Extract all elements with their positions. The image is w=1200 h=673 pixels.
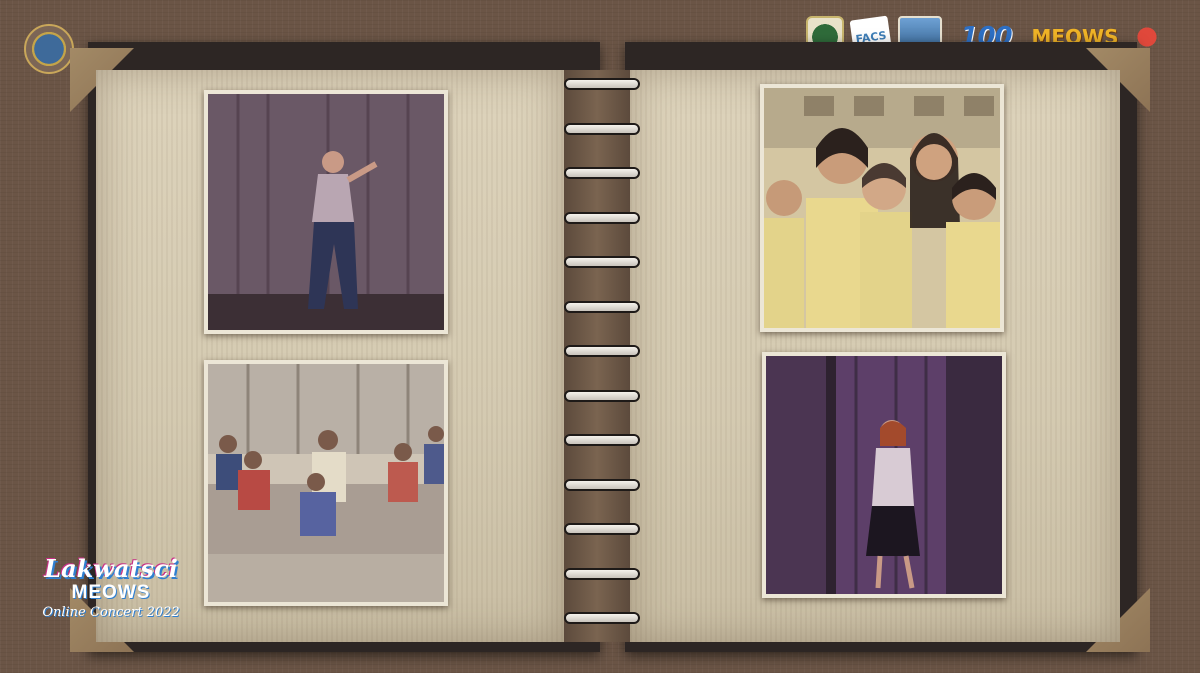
photo-album (70, 42, 1150, 652)
binder-ring (564, 78, 640, 90)
photo-singer-spotlight (762, 352, 1006, 598)
binder-ring (564, 389, 640, 402)
binder-ring (564, 478, 640, 491)
binder-ring (564, 256, 640, 268)
binder-ring (564, 122, 640, 135)
photo-singer-stage (204, 90, 448, 334)
photo-group-selfie (760, 84, 1004, 332)
university-seal-logo (24, 24, 74, 74)
binder-ring (564, 300, 640, 313)
binder-ring (564, 523, 640, 535)
binder-ring (564, 612, 640, 624)
binder-ring (564, 345, 640, 357)
binder-ring (564, 167, 640, 179)
concert-logo: Lakwatsci MEOWS Online Concert 2022 (36, 556, 186, 622)
concert-logo-line1: Lakwatsci (44, 554, 178, 583)
concert-logo-line3: Online Concert 2022 (42, 605, 180, 620)
binder-ring (564, 211, 640, 224)
binder-ring (564, 567, 640, 580)
concert-logo-line2: MEOWS (71, 582, 151, 603)
photo-group-lounge (204, 360, 448, 606)
binder-ring (564, 434, 640, 446)
